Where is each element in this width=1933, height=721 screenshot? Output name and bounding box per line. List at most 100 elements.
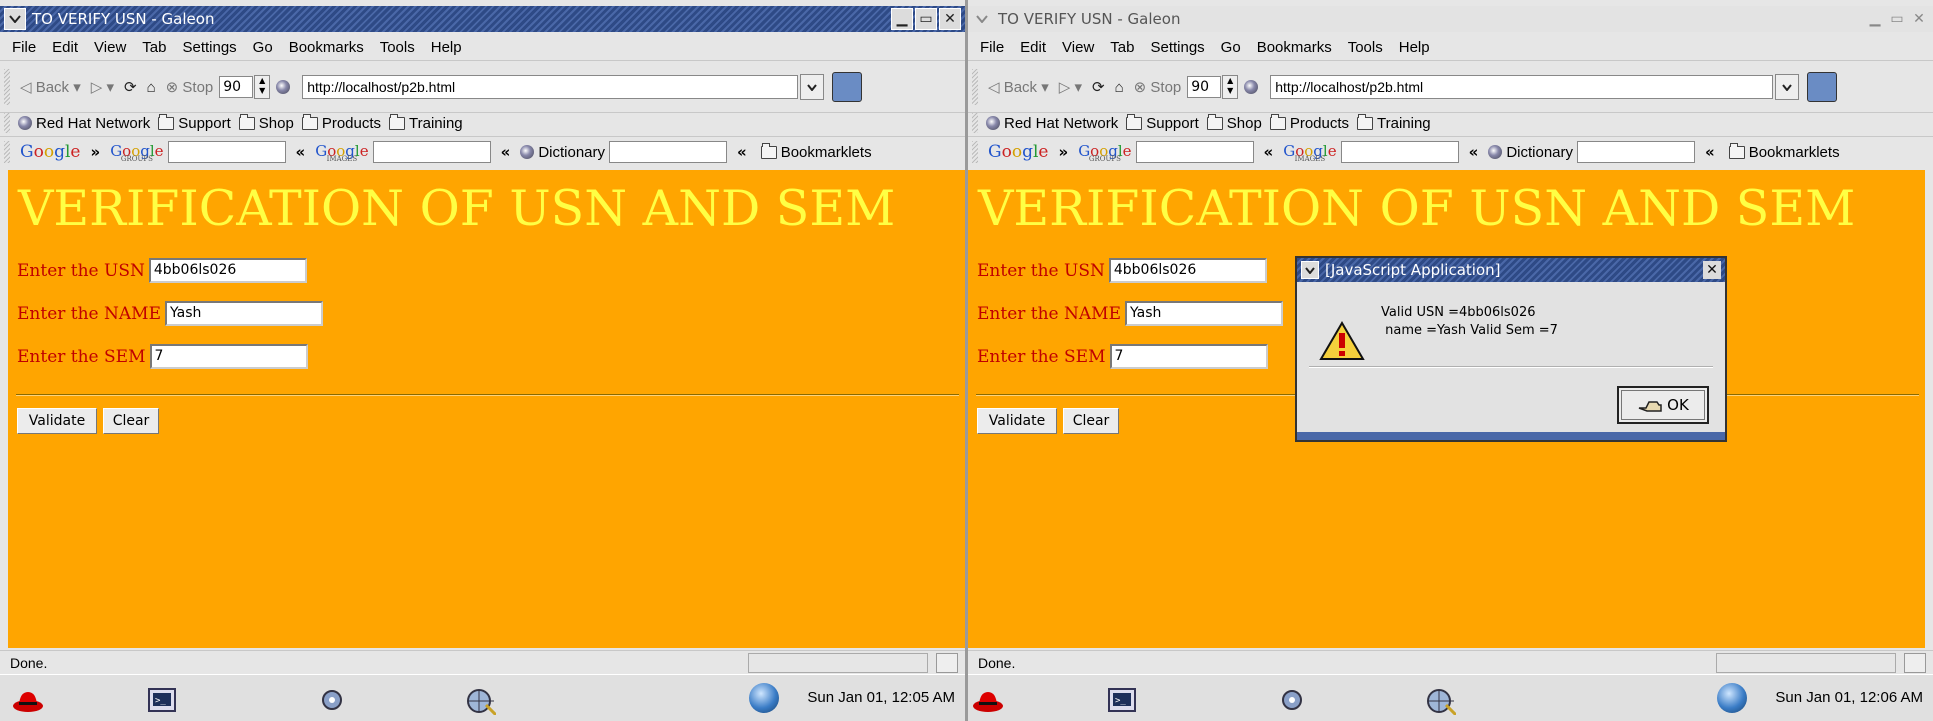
toolbar-grip[interactable] bbox=[972, 141, 978, 163]
menu-go[interactable]: Go bbox=[253, 39, 273, 56]
google-groups-logo[interactable]: Google GROUPS bbox=[1078, 142, 1131, 163]
web-browser-icon[interactable] bbox=[464, 685, 496, 715]
usn-input[interactable]: 4bb06ls026 bbox=[1108, 258, 1267, 283]
chevron-left-icon[interactable]: « bbox=[296, 143, 306, 161]
google-images-logo[interactable]: Google IMAGES bbox=[315, 142, 368, 163]
chevron-right-icon[interactable]: » bbox=[90, 143, 100, 161]
minimize-icon[interactable]: ▁ bbox=[891, 8, 913, 30]
menu-view[interactable]: View bbox=[94, 39, 126, 56]
reload-icon[interactable]: ⟳ bbox=[1092, 78, 1105, 96]
menu-tools[interactable]: Tools bbox=[1348, 39, 1383, 56]
menu-edit[interactable]: Edit bbox=[1020, 39, 1046, 56]
terminal-icon[interactable]: >_ bbox=[146, 685, 178, 715]
zoom-stepper[interactable]: ▲ ▼ bbox=[254, 75, 271, 99]
zoom-stepper[interactable]: ▲ ▼ bbox=[1222, 75, 1239, 99]
network-status-icon[interactable] bbox=[1717, 683, 1747, 713]
validate-button[interactable]: Validate bbox=[977, 408, 1057, 434]
name-input[interactable]: Yash bbox=[165, 301, 323, 326]
menu-bookmarks[interactable]: Bookmarks bbox=[289, 39, 364, 56]
usn-input[interactable]: 4bb06ls026 bbox=[148, 258, 307, 283]
chevron-down-icon[interactable]: ▾ bbox=[1037, 78, 1049, 96]
chevron-right-icon[interactable]: » bbox=[1058, 143, 1068, 161]
toolbar-grip[interactable] bbox=[4, 113, 10, 133]
chevron-left-icon[interactable]: « bbox=[737, 143, 747, 161]
bookmark-shop[interactable]: Shop bbox=[1206, 113, 1262, 132]
menu-tab[interactable]: Tab bbox=[142, 39, 166, 56]
sem-input[interactable]: 7 bbox=[149, 344, 308, 369]
close-icon[interactable]: ✕ bbox=[1703, 261, 1721, 279]
forward-button[interactable]: ▷ ▾ bbox=[91, 78, 114, 96]
menu-file[interactable]: File bbox=[980, 39, 1004, 56]
dictionary-button[interactable]: Dictionary bbox=[1488, 144, 1573, 161]
sem-input[interactable]: 7 bbox=[1109, 344, 1268, 369]
home-icon[interactable]: ⌂ bbox=[147, 79, 156, 96]
menu-file[interactable]: File bbox=[12, 39, 36, 56]
chevron-left-icon[interactable]: « bbox=[1469, 143, 1479, 161]
web-browser-icon[interactable] bbox=[1424, 685, 1456, 715]
maximize-icon[interactable]: ▭ bbox=[1887, 9, 1907, 29]
window-menu-icon[interactable] bbox=[972, 9, 992, 29]
menu-bookmarks[interactable]: Bookmarks bbox=[1257, 39, 1332, 56]
network-status-icon[interactable] bbox=[749, 683, 779, 713]
close-icon[interactable]: ✕ bbox=[1909, 9, 1929, 29]
window-titlebar[interactable]: TO VERIFY USN - Galeon ▁ ▭ ✕ bbox=[0, 6, 965, 32]
close-icon[interactable]: ✕ bbox=[939, 8, 961, 30]
settings-tool-icon[interactable] bbox=[316, 685, 348, 715]
bookmark-support[interactable]: Support bbox=[1126, 113, 1199, 132]
menu-go[interactable]: Go bbox=[1221, 39, 1241, 56]
google-groups-input[interactable] bbox=[1135, 141, 1254, 163]
bookmarklets-folder[interactable]: Bookmarklets bbox=[1728, 142, 1840, 161]
google-groups-logo[interactable]: Google GROUPS bbox=[110, 142, 163, 163]
zoom-input[interactable]: 90 bbox=[1187, 76, 1222, 98]
toolbar-grip[interactable] bbox=[972, 113, 978, 133]
settings-tool-icon[interactable] bbox=[1276, 685, 1308, 715]
dictionary-input[interactable] bbox=[1577, 141, 1695, 163]
menu-settings[interactable]: Settings bbox=[1150, 39, 1204, 56]
dialog-titlebar[interactable]: [JavaScript Application] ✕ bbox=[1297, 258, 1725, 282]
reload-icon[interactable]: ⟳ bbox=[124, 78, 137, 96]
name-input[interactable]: Yash bbox=[1125, 301, 1283, 326]
zoom-input[interactable]: 90 bbox=[219, 76, 254, 98]
window-titlebar[interactable]: TO VERIFY USN - Galeon ▁ ▭ ✕ bbox=[968, 6, 1933, 32]
stop-button[interactable]: ⊗ Stop bbox=[1134, 78, 1182, 97]
bookmark-red-hat-network[interactable]: Red Hat Network bbox=[18, 115, 150, 132]
google-groups-input[interactable] bbox=[167, 141, 286, 163]
google-images-input[interactable] bbox=[372, 141, 491, 163]
bookmark-shop[interactable]: Shop bbox=[238, 113, 294, 132]
google-logo[interactable]: Google bbox=[20, 142, 80, 162]
url-input[interactable]: http://localhost/p2b.html bbox=[1270, 75, 1774, 99]
dictionary-input[interactable] bbox=[609, 141, 727, 163]
menu-tools[interactable]: Tools bbox=[380, 39, 415, 56]
security-icon[interactable] bbox=[936, 653, 958, 673]
chevron-left-icon[interactable]: « bbox=[1705, 143, 1715, 161]
clear-button[interactable]: Clear bbox=[1063, 408, 1119, 434]
bookmark-training[interactable]: Training bbox=[1357, 113, 1431, 132]
url-input[interactable]: http://localhost/p2b.html bbox=[302, 75, 799, 99]
back-button[interactable]: ◁ Back ▾ bbox=[20, 78, 81, 97]
ok-button[interactable]: OK bbox=[1617, 386, 1709, 424]
google-logo[interactable]: Google bbox=[988, 142, 1048, 162]
google-images-logo[interactable]: Google IMAGES bbox=[1283, 142, 1336, 163]
url-dropdown-icon[interactable] bbox=[1775, 74, 1800, 100]
terminal-icon[interactable]: >_ bbox=[1106, 685, 1138, 715]
bookmark-support[interactable]: Support bbox=[158, 113, 231, 132]
chevron-left-icon[interactable]: « bbox=[1264, 143, 1274, 161]
menu-help[interactable]: Help bbox=[1399, 39, 1430, 56]
redhat-menu-icon[interactable] bbox=[12, 685, 44, 715]
bookmark-products[interactable]: Products bbox=[1269, 113, 1349, 132]
menu-view[interactable]: View bbox=[1062, 39, 1094, 56]
menu-tab[interactable]: Tab bbox=[1110, 39, 1134, 56]
clock[interactable]: Sun Jan 01, 12:05 AM bbox=[807, 689, 955, 706]
clear-button[interactable]: Clear bbox=[103, 408, 159, 434]
bookmark-training[interactable]: Training bbox=[389, 113, 463, 132]
url-dropdown-icon[interactable] bbox=[800, 74, 825, 100]
redhat-menu-icon[interactable] bbox=[972, 685, 1004, 715]
stop-button[interactable]: ⊗ Stop bbox=[166, 78, 214, 97]
maximize-icon[interactable]: ▭ bbox=[915, 8, 937, 30]
menu-settings[interactable]: Settings bbox=[182, 39, 236, 56]
clock[interactable]: Sun Jan 01, 12:06 AM bbox=[1775, 689, 1923, 706]
toolbar-grip[interactable] bbox=[4, 69, 10, 105]
home-icon[interactable]: ⌂ bbox=[1115, 79, 1124, 96]
bookmarklets-folder[interactable]: Bookmarklets bbox=[760, 142, 872, 161]
dictionary-button[interactable]: Dictionary bbox=[520, 144, 605, 161]
